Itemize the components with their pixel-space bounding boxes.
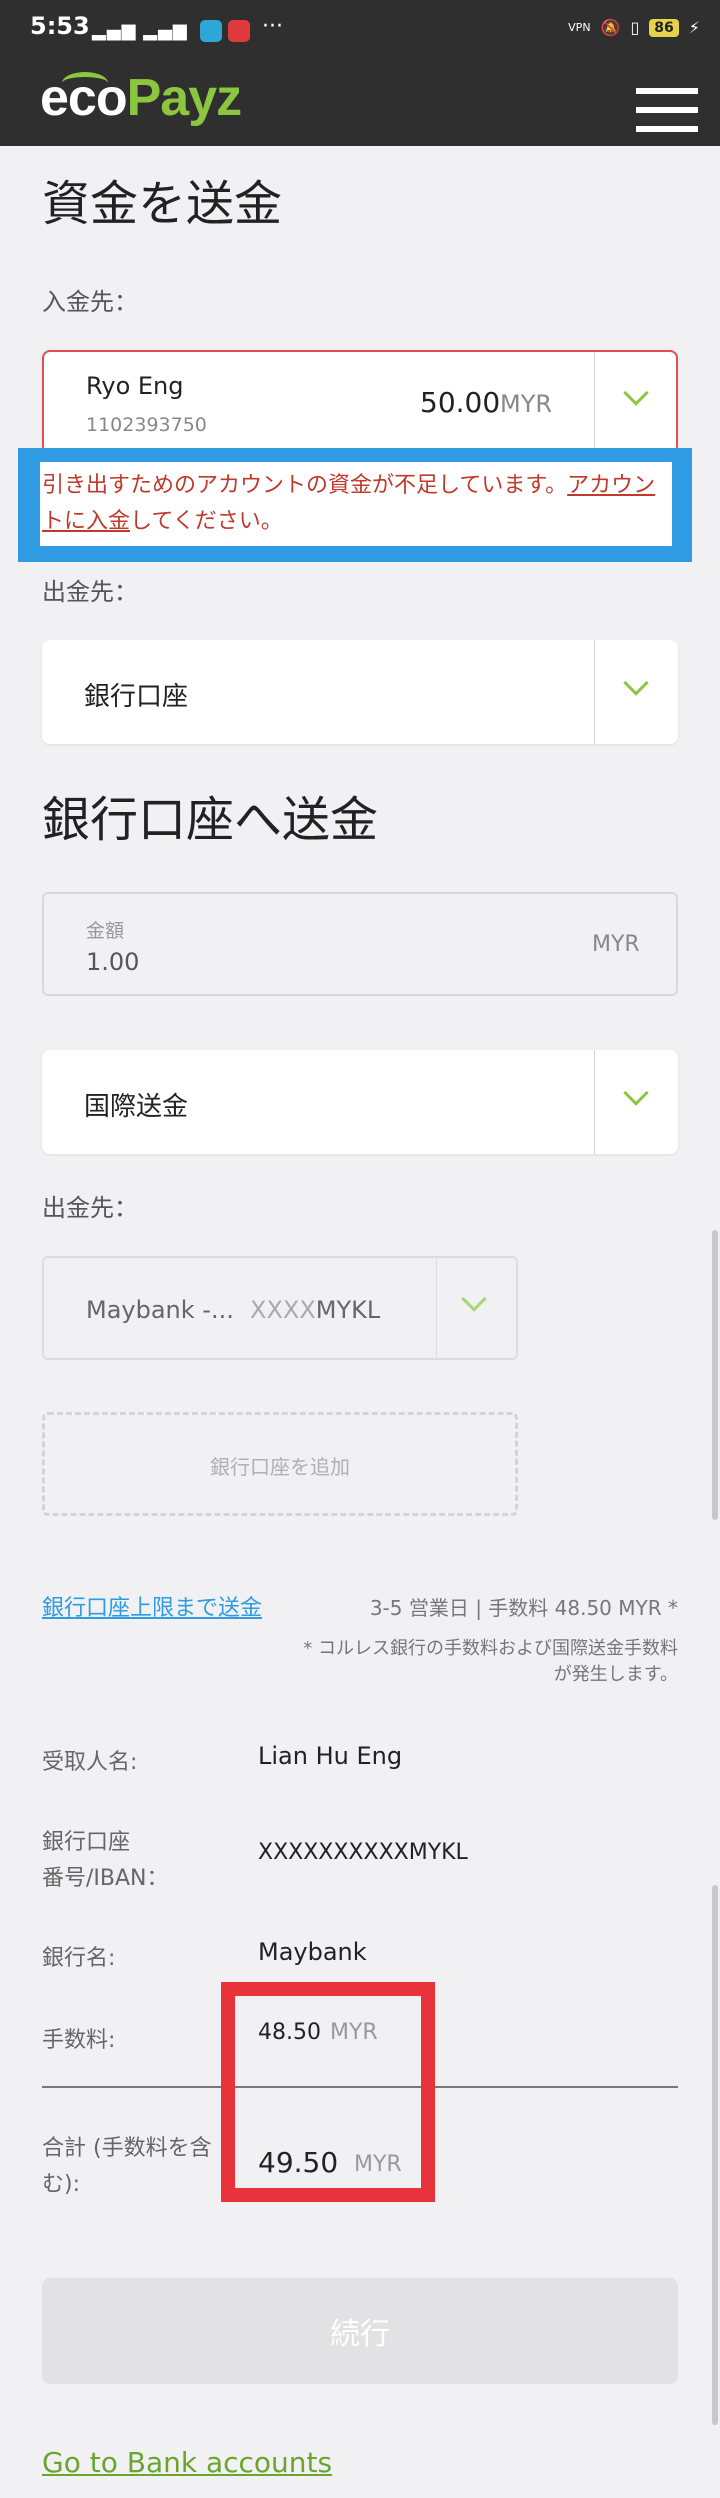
to-account-select[interactable]: Ryo Eng 1102393750 50.00 MYR — [42, 350, 678, 454]
bank-label: 銀行名: — [42, 1946, 116, 1971]
vpn-icon: VPN — [568, 21, 591, 34]
from-method-dropdown[interactable] — [594, 640, 678, 744]
total-label-1: 合計 (手数料を含 — [42, 2136, 212, 2161]
bank-account-select[interactable]: Maybank -... XXXXMYKL — [42, 1256, 518, 1360]
to-label: 入金先： — [42, 288, 138, 316]
amount-field[interactable]: 金額 1.00 MYR — [42, 892, 678, 996]
to-account-dropdown[interactable] — [594, 352, 678, 452]
fee-label: 手数料: — [42, 2028, 116, 2053]
to-account-currency: MYR — [500, 390, 553, 418]
error-text-main: 引き出すためのアカウントの資金が不足しています。 — [42, 473, 568, 498]
error-text-tail: してください。 — [130, 509, 283, 534]
scrollbar[interactable] — [712, 1230, 718, 1520]
charging-icon: ⚡ — [688, 18, 700, 37]
max-transfer-link[interactable]: 銀行口座上限まで送金 — [42, 1590, 262, 1622]
error-message: 引き出すためのアカウントの資金が不足しています。アカウントに入金してください。 — [42, 468, 672, 540]
app-header: ecoPayz — [0, 56, 720, 146]
fee-info: 3-5 営業日 | 手数料 48.50 MYR * — [369, 1596, 678, 1620]
bank-number: XXXXMYKL — [250, 1296, 380, 1324]
transfer-type-value: 国際送金 — [84, 1092, 189, 1122]
bank-account-dropdown[interactable] — [436, 1258, 516, 1358]
fee-note-1: * コルレス銀行の手数料および国際送金手数料 — [303, 1638, 678, 1659]
add-bank-account-button[interactable]: 銀行口座を追加 — [42, 1412, 518, 1516]
dest-label: 出金先： — [42, 1194, 138, 1222]
bank-transfer-title: 銀行口座へ送金 — [42, 792, 379, 848]
scrollbar[interactable] — [712, 1885, 718, 2425]
transfer-type-dropdown[interactable] — [594, 1050, 678, 1154]
to-account-number: 1102393750 — [86, 414, 207, 436]
total-label-2: む): — [42, 2172, 80, 2197]
status-bar: 5:53 ▂▄▆ ▂▄▆ ··· VPN 🔕 ▯ 86 ⚡ — [0, 0, 720, 56]
logo-payz: Payz — [126, 69, 243, 127]
add-bank-label: 銀行口座を追加 — [210, 1455, 350, 1479]
signal-icon: ▂▄▆ ▂▄▆ — [92, 20, 188, 41]
recipient-value: Lian Hu Eng — [258, 1742, 403, 1770]
telegram-icon — [200, 20, 222, 42]
logo-swoosh-icon — [62, 72, 108, 94]
amount-value: 1.00 — [86, 948, 140, 976]
iban-label-2: 番号/IBAN： — [42, 1866, 169, 1891]
from-method-select[interactable]: 銀行口座 — [42, 640, 678, 744]
chevron-down-icon — [623, 670, 649, 696]
from-method-value: 銀行口座 — [84, 682, 189, 712]
battery-icon: 86 — [649, 18, 679, 37]
iban-label-1: 銀行口座 — [42, 1830, 131, 1855]
vibrate-icon: ▯ — [630, 18, 640, 37]
chevron-down-icon — [461, 1286, 487, 1312]
transfer-type-select[interactable]: 国際送金 — [42, 1050, 678, 1154]
recipient-label: 受取人名: — [42, 1750, 138, 1775]
fee-note-2: が発生します。 — [553, 1664, 678, 1685]
overflow-icon: ··· — [262, 14, 283, 39]
hamburger-menu-icon[interactable] — [636, 88, 698, 132]
to-account-name: Ryo Eng — [86, 372, 184, 400]
chevron-down-icon — [623, 1080, 649, 1106]
app-notification-icon — [228, 20, 250, 42]
bank-name: Maybank -... — [86, 1296, 234, 1324]
bank-suffix: MYKL — [315, 1296, 381, 1324]
continue-button[interactable]: 続行 — [42, 2278, 678, 2384]
from-label: 出金先： — [42, 578, 138, 606]
to-account-balance: 50.00 — [420, 386, 501, 419]
chevron-down-icon — [623, 380, 649, 406]
page-title: 資金を送金 — [42, 176, 283, 232]
go-to-bank-accounts-link[interactable]: Go to Bank accounts — [42, 2446, 332, 2479]
status-time: 5:53 — [30, 12, 90, 40]
iban-value: XXXXXXXXXXMYKL — [258, 1840, 468, 1865]
mute-icon: 🔕 — [600, 18, 621, 37]
bank-value: Maybank — [258, 1938, 367, 1966]
status-right: VPN 🔕 ▯ 86 ⚡ — [568, 18, 700, 37]
amount-currency: MYR — [592, 932, 640, 957]
amount-label: 金額 — [86, 920, 125, 942]
highlight-box-red — [221, 1982, 435, 2202]
bank-mask: XXXX — [250, 1296, 316, 1324]
